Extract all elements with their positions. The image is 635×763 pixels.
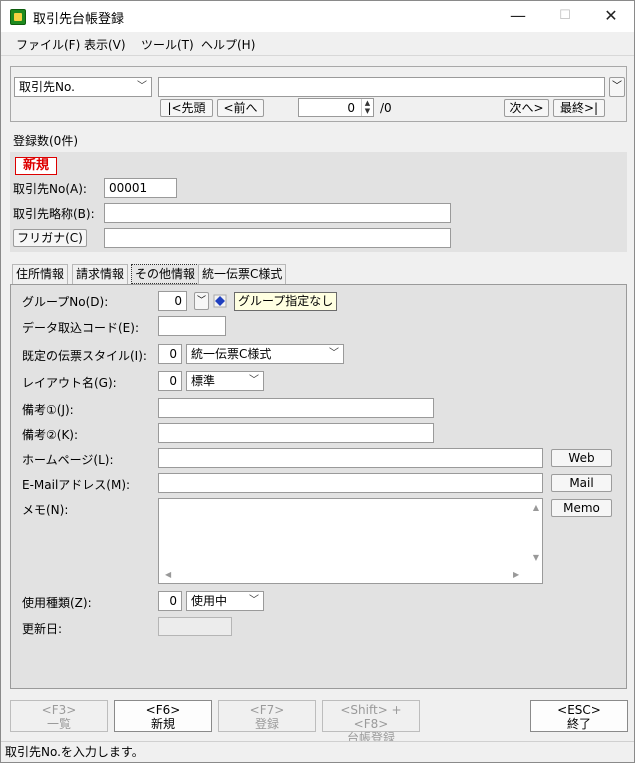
tab-address[interactable]: 住所情報 (12, 264, 69, 284)
page-spinner[interactable]: ▲ ▼ (361, 99, 373, 116)
group-info-icon[interactable] (213, 294, 227, 308)
status-bar: 取引先No.を入力します。 (1, 741, 634, 762)
group-input[interactable]: 0 (158, 291, 187, 311)
slip-style-value: 統一伝票C様式 (191, 347, 272, 361)
title-bar: 取引先台帳登録 — ☐ ✕ (1, 1, 634, 32)
note2-label: 備考②(K): (22, 428, 79, 442)
email-input[interactable] (158, 473, 543, 493)
group-dropdown-button[interactable]: ﹀ (194, 292, 209, 310)
app-icon (10, 9, 26, 25)
exit-button[interactable]: <ESC> 終了 (530, 700, 628, 732)
chevron-down-icon: ﹀ (196, 296, 206, 306)
memo-textarea[interactable]: ▲ ▼ ◀ ▶ (158, 498, 543, 584)
scroll-down-icon[interactable]: ▼ (533, 553, 539, 562)
scroll-up-icon[interactable]: ▲ (533, 503, 539, 512)
homepage-label: ホームページ(L): (22, 453, 114, 467)
exit-button-label: 終了 (566, 717, 591, 731)
note1-input[interactable] (158, 398, 434, 418)
search-field-select[interactable]: 取引先No. ﹀ (14, 77, 152, 97)
new-button-key: <F6> (145, 703, 181, 717)
memo-label: メモ(N): (22, 503, 69, 517)
layout-select[interactable]: 標準 ﹀ (186, 371, 264, 391)
app-window: 取引先台帳登録 — ☐ ✕ ファイル(F) 表示(V) ツール(T) ヘルプ(H… (0, 0, 635, 763)
search-field-value: 取引先No. (19, 80, 75, 94)
menu-bar: ファイル(F) 表示(V) ツール(T) ヘルプ(H) (1, 32, 634, 56)
search-input[interactable] (158, 77, 605, 97)
scroll-right-icon[interactable]: ▶ (513, 570, 519, 579)
record-count: 登録数(0件) (13, 134, 78, 148)
use-type-value: 使用中 (191, 594, 228, 608)
window-title: 取引先台帳登録 (33, 12, 125, 27)
layout-value: 標準 (191, 374, 216, 388)
next-record-button[interactable]: 次へ> (504, 99, 549, 117)
menu-file[interactable]: ファイル(F) (16, 36, 80, 53)
scroll-left-icon[interactable]: ◀ (165, 570, 171, 579)
list-button-key: <F3> (41, 703, 77, 717)
tab-billing[interactable]: 請求情報 (72, 264, 129, 284)
furigana-button[interactable]: フリガナ(C) (13, 229, 87, 247)
use-type-select[interactable]: 使用中 ﹀ (186, 591, 264, 611)
menu-view[interactable]: 表示(V) (84, 36, 126, 53)
note2-input[interactable] (158, 423, 434, 443)
tab-other[interactable]: その他情報 (131, 264, 200, 284)
close-button[interactable]: ✕ (588, 1, 634, 32)
code-label: 取引先No(A): (13, 182, 87, 196)
list-button-label: 一覧 (46, 717, 71, 731)
updated-value (158, 617, 232, 636)
note1-label: 備考①(J): (22, 403, 74, 417)
minimize-button[interactable]: — (495, 1, 541, 32)
slip-style-select[interactable]: 統一伝票C様式 ﹀ (186, 344, 344, 364)
menu-tools[interactable]: ツール(T) (141, 36, 194, 53)
import-code-label: データ取込コード(E): (22, 321, 139, 335)
email-label: E-Mailアドレス(M): (22, 478, 131, 492)
maximize-button[interactable]: ☐ (542, 1, 588, 32)
import-code-input[interactable] (158, 316, 226, 336)
use-type-num-input[interactable]: 0 (158, 591, 182, 611)
chevron-down-icon: ﹀ (249, 375, 259, 386)
last-record-button[interactable]: 最終>| (553, 99, 605, 117)
ledger-register-button-key: <Shift> + <F8> (340, 703, 402, 731)
ledger-register-button: <Shift> + <F8> 台帳登録 (322, 700, 420, 745)
chevron-down-icon: ﹀ (249, 595, 259, 606)
register-button-label: 登録 (254, 717, 279, 731)
slip-style-label: 既定の伝票スタイル(I): (22, 349, 147, 363)
prev-record-button[interactable]: <前へ (217, 99, 264, 117)
new-button-label: 新規 (150, 717, 175, 731)
tab-unified-slip[interactable]: 統一伝票C様式 (198, 264, 287, 284)
menu-help[interactable]: ヘルプ(H) (201, 36, 255, 53)
memo-button[interactable]: Memo (551, 499, 612, 517)
search-dropdown-button[interactable]: ﹀ (609, 77, 625, 97)
new-button[interactable]: <F6> 新規 (114, 700, 212, 732)
new-badge: 新規 (15, 157, 57, 175)
mail-button[interactable]: Mail (551, 474, 612, 492)
use-type-label: 使用種類(Z): (22, 596, 92, 610)
web-button[interactable]: Web (551, 449, 612, 467)
slip-style-num-input[interactable]: 0 (158, 344, 182, 364)
chevron-down-icon: ﹀ (137, 81, 147, 92)
first-record-button[interactable]: |<先頭 (160, 99, 213, 117)
layout-label: レイアウト名(G): (22, 376, 117, 390)
exit-button-key: <ESC> (557, 703, 601, 717)
code-input[interactable]: 00001 (104, 178, 177, 198)
short-name-label: 取引先略称(B): (13, 207, 95, 221)
group-label: グループNo(D): (22, 295, 109, 309)
page-total: /0 (380, 101, 392, 115)
updated-label: 更新日: (22, 622, 63, 636)
short-name-input[interactable] (104, 203, 451, 223)
memo-text (159, 499, 542, 503)
homepage-input[interactable] (158, 448, 543, 468)
layout-num-input[interactable]: 0 (158, 371, 182, 391)
register-button: <F7> 登録 (218, 700, 316, 732)
chevron-down-icon: ﹀ (329, 348, 339, 359)
chevron-down-icon: ﹀ (612, 81, 622, 92)
furigana-input[interactable] (104, 228, 451, 248)
register-button-key: <F7> (249, 703, 285, 717)
list-button: <F3> 一覧 (10, 700, 108, 732)
group-tooltip: グループ指定なし (234, 292, 338, 311)
